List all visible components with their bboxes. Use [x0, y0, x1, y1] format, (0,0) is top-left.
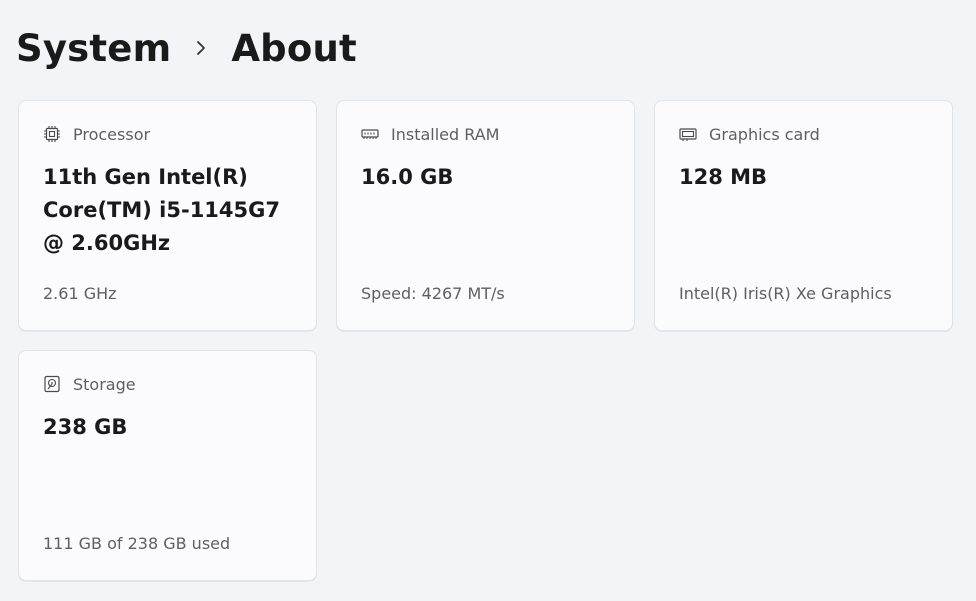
- processor-value: 11th Gen Intel(R) Core(TM) i5-1145G7 @ 2…: [43, 165, 280, 255]
- storage-usage: 111 GB of 238 GB used: [43, 534, 231, 553]
- graphics-card: Graphics card 128 MB Intel(R) Iris(R) Xe…: [654, 100, 953, 331]
- breadcrumb-system-link[interactable]: System: [16, 27, 171, 70]
- breadcrumb: System About: [16, 20, 357, 76]
- graphics-card-header: Graphics card: [679, 123, 820, 145]
- graphics-value: 128 MB: [679, 165, 768, 189]
- processor-chip-icon: [43, 125, 61, 143]
- ram-speed: Speed: 4267 MT/s: [361, 284, 505, 303]
- storage-card-header: Storage: [43, 373, 136, 395]
- processor-label: Processor: [73, 124, 151, 144]
- page-title: About: [231, 26, 357, 70]
- processor-card: Processor 11th Gen Intel(R) Core(TM) i5-…: [18, 100, 317, 331]
- ram-label: Installed RAM: [391, 124, 500, 144]
- ram-value: 16.0 GB: [361, 165, 454, 189]
- storage-label: Storage: [73, 374, 136, 394]
- graphics-model: Intel(R) Iris(R) Xe Graphics: [679, 284, 892, 303]
- graphics-label: Graphics card: [709, 124, 820, 144]
- processor-speed: 2.61 GHz: [43, 284, 117, 303]
- hard-drive-icon: [43, 375, 61, 393]
- chevron-right-icon: [195, 39, 207, 57]
- memory-icon: [361, 125, 379, 143]
- ram-card-header: Installed RAM: [361, 123, 499, 145]
- graphics-card-icon: [679, 125, 697, 143]
- processor-card-header: Processor: [43, 123, 150, 145]
- storage-value: 238 GB: [43, 415, 128, 439]
- ram-card: Installed RAM 16.0 GB Speed: 4267 MT/s: [336, 100, 635, 331]
- storage-card: Storage 238 GB 111 GB of 238 GB used: [18, 350, 317, 581]
